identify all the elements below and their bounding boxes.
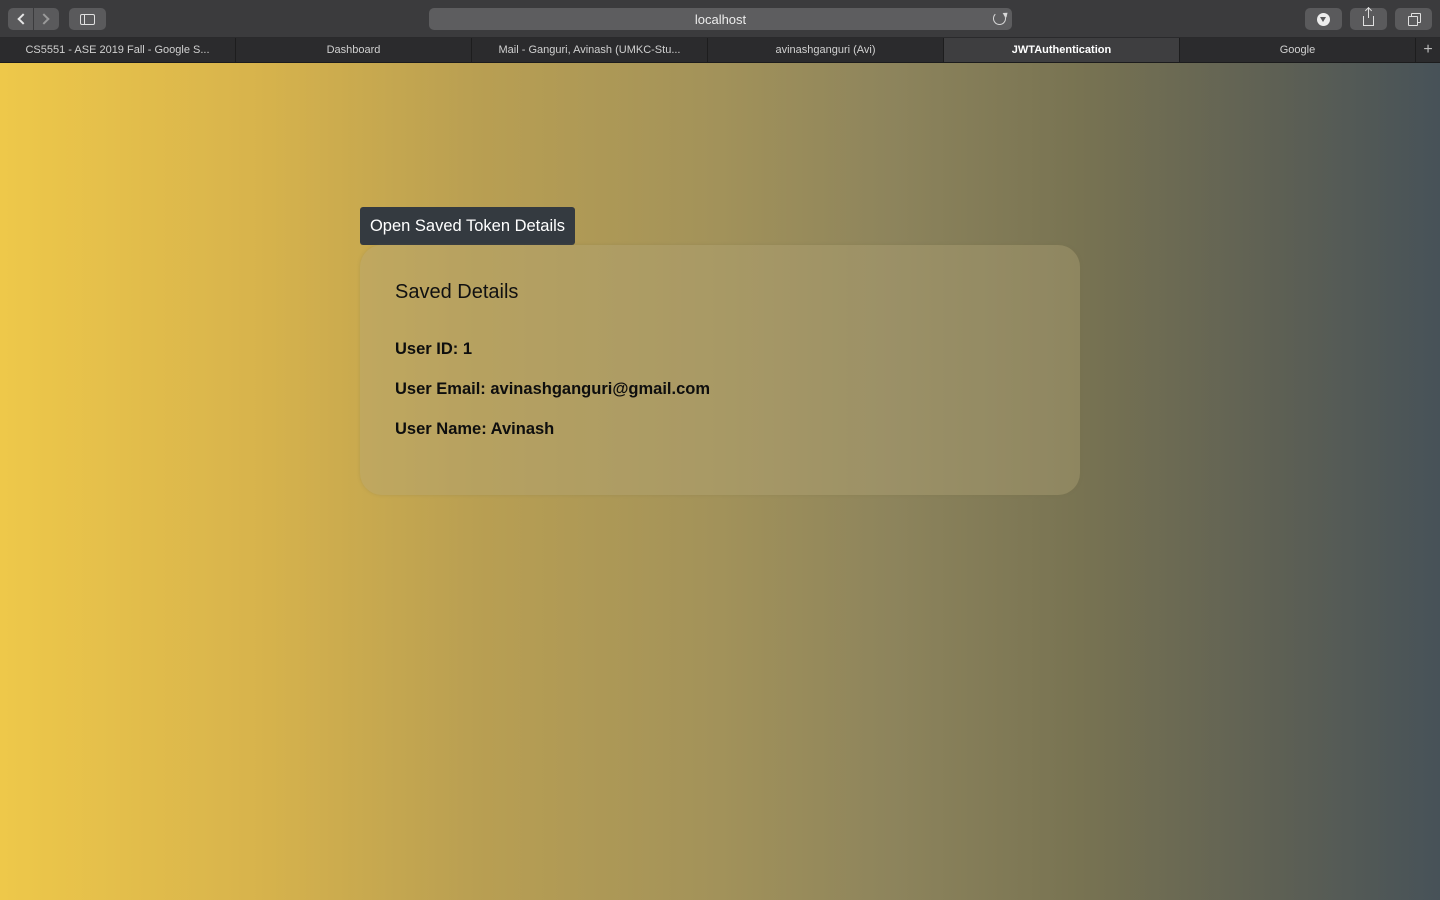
tab-mail[interactable]: Mail - Ganguri, Avinash (UMKC-Stu... <box>472 38 708 62</box>
user-id-text: User ID: 1 <box>395 340 473 358</box>
share-icon <box>1363 8 1374 26</box>
plus-icon: + <box>1423 41 1433 58</box>
tab-dashboard[interactable]: Dashboard <box>236 38 472 62</box>
saved-details-card: Saved Details User ID: 1 User Email: avi… <box>360 245 1080 495</box>
tab-jwtauthentication[interactable]: JWTAuthentication <box>944 38 1180 62</box>
open-saved-token-details-button[interactable]: Open Saved Token Details <box>360 207 575 245</box>
show-tabs-button[interactable] <box>1395 8 1432 30</box>
reload-icon[interactable] <box>993 12 1006 25</box>
browser-toolbar: localhost <box>0 0 1440 38</box>
download-icon <box>1317 12 1330 26</box>
share-button[interactable] <box>1350 8 1387 30</box>
chevron-right-icon <box>38 13 50 25</box>
tab-avinashganguri[interactable]: avinashganguri (Avi) <box>708 38 944 62</box>
address-text: localhost <box>694 11 747 27</box>
tabs-overview-icon <box>1407 13 1421 26</box>
downloads-button[interactable] <box>1305 8 1342 30</box>
back-button[interactable] <box>8 8 33 30</box>
tab-google[interactable]: Google <box>1180 38 1416 62</box>
card-title: Saved Details <box>395 281 519 303</box>
page-viewport: Open Saved Token Details Saved Details U… <box>0 63 1440 900</box>
tab-label: JWTAuthentication <box>1011 44 1112 56</box>
tab-cs5551[interactable]: CS5551 - ASE 2019 Fall - Google S... <box>0 38 236 62</box>
user-email-text: User Email: avinashganguri@gmail.com <box>395 380 711 398</box>
tab-label: Google <box>1279 44 1316 56</box>
user-name-text: User Name: Avinash <box>395 420 555 438</box>
tab-label: Mail - Ganguri, Avinash (UMKC-Stu... <box>498 44 681 56</box>
forward-button[interactable] <box>33 8 58 30</box>
sidebar-toggle-button[interactable] <box>69 8 106 30</box>
navigation-buttons <box>8 8 59 30</box>
tab-label: Dashboard <box>326 44 381 56</box>
tab-bar: CS5551 - ASE 2019 Fall - Google S... Das… <box>0 38 1440 63</box>
tab-label: CS5551 - ASE 2019 Fall - Google S... <box>25 44 210 56</box>
address-bar[interactable]: localhost <box>429 8 1012 30</box>
new-tab-button[interactable]: + <box>1416 38 1440 62</box>
chevron-left-icon <box>16 13 29 25</box>
tab-label: avinashganguri (Avi) <box>775 44 876 56</box>
sidebar-icon <box>80 13 95 25</box>
